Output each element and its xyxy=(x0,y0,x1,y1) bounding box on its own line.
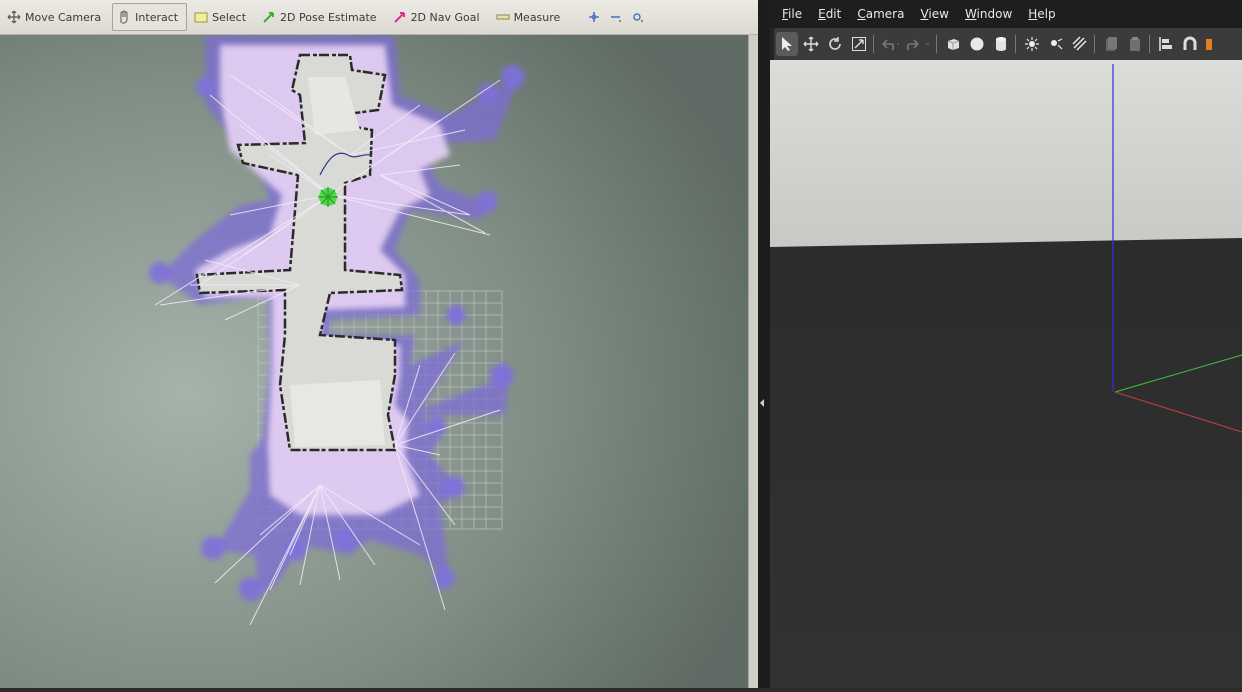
gazebo-window: File Edit Camera View Window Help xyxy=(770,0,1242,688)
menu-view[interactable]: View xyxy=(920,7,948,21)
move-camera-icon xyxy=(7,10,21,24)
redo-icon xyxy=(906,39,929,51)
translate-icon xyxy=(803,36,819,52)
menu-mnemonic: W xyxy=(964,7,977,21)
robot-marker xyxy=(318,187,338,207)
insert-cylinder-button[interactable] xyxy=(990,32,1012,56)
copy-icon xyxy=(1106,37,1117,51)
tool-2d-pose-estimate[interactable]: 2D Pose Estimate xyxy=(257,3,386,31)
redo-button[interactable] xyxy=(903,32,933,56)
undo-button[interactable] xyxy=(879,32,901,56)
menu-window-rest: indow xyxy=(976,7,1013,21)
more-tools-button[interactable] xyxy=(1203,32,1213,56)
green-arrow-icon xyxy=(263,12,275,23)
ground-plane xyxy=(770,238,1242,688)
toolbar-separator xyxy=(936,35,937,53)
rviz-3d-viewport[interactable] xyxy=(0,35,748,688)
window-divider xyxy=(758,0,770,688)
select-mode-button[interactable] xyxy=(776,32,798,56)
select-icon xyxy=(194,12,208,23)
hand-icon xyxy=(120,10,128,24)
insert-box-button[interactable] xyxy=(942,32,964,56)
spot-light-icon xyxy=(1051,38,1063,50)
menu-edit-rest: dit xyxy=(825,7,842,21)
rotate-mode-button[interactable] xyxy=(824,32,846,56)
orange-tool-icon xyxy=(1206,39,1212,50)
tool-interact[interactable]: Interact xyxy=(112,3,188,31)
rviz-toolbar: Move Camera Interact Select 2D Pose Esti… xyxy=(0,0,758,35)
insert-point-light-button[interactable] xyxy=(1021,32,1043,56)
ruler-icon xyxy=(496,14,510,20)
align-icon xyxy=(1159,37,1172,51)
gazebo-3d-scene[interactable] xyxy=(770,60,1242,688)
tool-2d-nav-goal[interactable]: 2D Nav Goal xyxy=(388,3,489,31)
scale-mode-button[interactable] xyxy=(848,32,870,56)
sky xyxy=(770,60,1242,250)
tool-label: Interact xyxy=(135,10,179,24)
insert-spot-light-button[interactable] xyxy=(1045,32,1067,56)
pink-arrow-icon xyxy=(393,12,405,23)
gazebo-menubar: File Edit Camera View Window Help xyxy=(770,0,1242,28)
menu-mnemonic: E xyxy=(818,7,826,21)
focus-camera-button[interactable] xyxy=(583,5,605,29)
target-icon xyxy=(633,13,644,22)
menu-help[interactable]: Help xyxy=(1028,7,1055,21)
menu-camera-rest: amera xyxy=(865,7,905,21)
toolbar-separator xyxy=(1094,35,1095,53)
directional-light-icon xyxy=(1072,36,1087,51)
menu-camera[interactable]: Camera xyxy=(857,7,904,21)
toolbar-separator xyxy=(873,35,874,53)
paste-icon xyxy=(1130,37,1140,51)
tool-measure[interactable]: Measure xyxy=(491,3,570,31)
paste-button[interactable] xyxy=(1124,32,1146,56)
tool-label: 2D Nav Goal xyxy=(410,10,480,24)
point-light-icon xyxy=(1025,37,1039,51)
menu-file-rest: ile xyxy=(788,7,803,21)
snap-icon xyxy=(1183,36,1197,50)
menu-mnemonic: C xyxy=(857,7,866,21)
menu-file[interactable]: File xyxy=(782,7,802,21)
viewport-splitter[interactable] xyxy=(748,35,758,688)
undo-icon xyxy=(882,39,899,51)
menu-view-rest: iew xyxy=(928,7,949,21)
sphere-icon xyxy=(970,37,984,51)
box-icon xyxy=(947,39,960,50)
tool-label: Measure xyxy=(513,10,561,24)
scale-icon xyxy=(852,37,866,51)
toolbar-separator xyxy=(1015,35,1016,53)
add-tool-button[interactable] xyxy=(627,5,649,29)
menu-edit[interactable]: Edit xyxy=(818,7,841,21)
align-button[interactable] xyxy=(1155,32,1177,56)
copy-button[interactable] xyxy=(1100,32,1122,56)
tool-label: Select xyxy=(212,10,247,24)
menu-window[interactable]: Window xyxy=(965,7,1012,21)
translate-mode-button[interactable] xyxy=(800,32,822,56)
collapse-arrow-icon[interactable] xyxy=(758,0,770,688)
tool-label: 2D Pose Estimate xyxy=(280,10,377,24)
remove-tool-button[interactable] xyxy=(605,5,627,29)
snap-button[interactable] xyxy=(1179,32,1201,56)
focus-icon xyxy=(589,12,600,22)
menu-help-rest: elp xyxy=(1037,7,1056,21)
tool-label: Move Camera xyxy=(25,10,102,24)
tool-select[interactable]: Select xyxy=(189,3,255,31)
insert-directional-light-button[interactable] xyxy=(1069,32,1091,56)
cylinder-icon xyxy=(996,37,1006,51)
gazebo-toolbar xyxy=(774,28,1242,60)
select-arrow-icon xyxy=(782,37,792,51)
minus-icon xyxy=(611,16,622,22)
toolbar-separator xyxy=(1149,35,1150,53)
insert-sphere-button[interactable] xyxy=(966,32,988,56)
menu-mnemonic: H xyxy=(1028,7,1038,21)
rviz-window: Move Camera Interact Select 2D Pose Esti… xyxy=(0,0,758,688)
tool-move-camera[interactable]: Move Camera xyxy=(2,3,110,31)
rotate-icon xyxy=(829,37,841,50)
